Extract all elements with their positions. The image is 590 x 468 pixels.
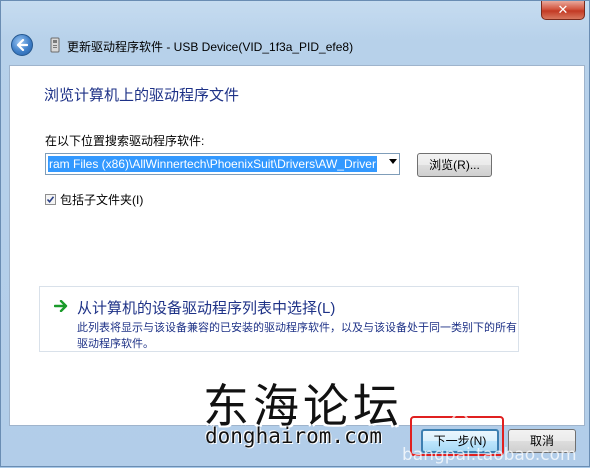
pick-from-list-title[interactable]: 从计算机的设备驱动程序列表中选择(L) bbox=[77, 297, 335, 318]
close-button[interactable]: ✕ bbox=[541, 1, 585, 20]
include-subfolders-option[interactable]: 包括子文件夹(I) bbox=[45, 191, 143, 208]
next-button-highlight-annotation bbox=[410, 416, 504, 456]
checkmark-icon bbox=[46, 196, 55, 204]
dialog-title: 更新驱动程序软件 - USB Device(VID_1f3a_PID_efe8) bbox=[67, 40, 354, 54]
pick-from-list-option[interactable]: 从计算机的设备驱动程序列表中选择(L) 此列表将显示与该设备兼容的已安装的驱动程… bbox=[39, 286, 519, 352]
dropdown-arrow-icon[interactable] bbox=[389, 159, 397, 164]
address-bar: 更新驱动程序软件 - USB Device(VID_1f3a_PID_efe8) bbox=[7, 31, 583, 59]
cancel-button[interactable]: 取消 bbox=[508, 429, 576, 453]
browse-button[interactable]: 浏览(R)... bbox=[417, 153, 492, 177]
title-bar: ✕ bbox=[1, 1, 590, 31]
back-arrow-icon bbox=[16, 39, 28, 51]
search-location-label: 在以下位置搜索驱动程序软件: bbox=[45, 134, 205, 148]
green-arrow-icon bbox=[54, 300, 68, 312]
include-subfolders-label[interactable]: 包括子文件夹(I) bbox=[60, 193, 143, 207]
driver-path-combobox[interactable]: ram Files (x86)\AllWinnertech\PhoenixSui… bbox=[45, 153, 400, 175]
pick-from-list-description: 此列表将显示与该设备兼容的已安装的驱动程序软件，以及与该设备处于同一类别下的所有… bbox=[77, 322, 517, 350]
driver-path-value[interactable]: ram Files (x86)\AllWinnertech\PhoenixSui… bbox=[48, 156, 377, 172]
include-subfolders-checkbox[interactable] bbox=[45, 194, 56, 205]
back-button[interactable] bbox=[11, 34, 33, 56]
device-manager-icon bbox=[50, 37, 60, 53]
watermark-english: donghairom.com bbox=[205, 424, 383, 448]
page-heading: 浏览计算机上的驱动程序文件 bbox=[44, 87, 240, 104]
